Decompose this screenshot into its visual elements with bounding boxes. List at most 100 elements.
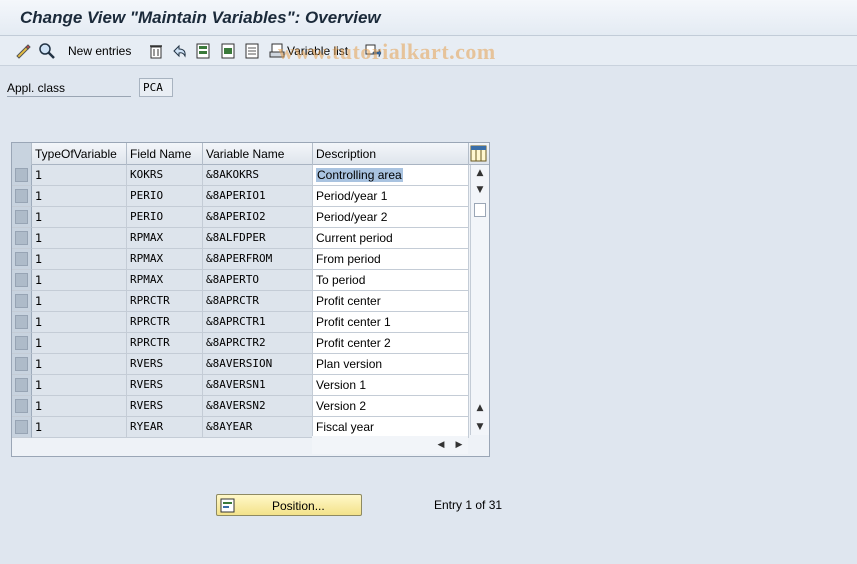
table-row[interactable]: 1 RVERS &8AVERSN1 Version 1 <box>12 375 469 396</box>
row-selector[interactable] <box>12 333 32 354</box>
cell-type-text: 1 <box>35 315 43 329</box>
scroll-down-icon[interactable]: ▼ <box>471 182 489 198</box>
cell-field-name: RVERS <box>127 354 203 375</box>
cell-description[interactable]: Controlling area <box>313 165 469 186</box>
column-header-type[interactable]: TypeOfVariable <box>32 143 127 165</box>
display-change-icon[interactable] <box>38 42 56 60</box>
select-all-icon[interactable] <box>194 42 212 60</box>
column-header-description[interactable]: Description <box>313 143 469 165</box>
scroll-page-down-icon[interactable]: ▼ <box>471 419 489 435</box>
table-row[interactable]: 1 RVERS &8AVERSION Plan version <box>12 354 469 375</box>
table-row[interactable]: 1 RPRCTR &8APRCTR Profit center <box>12 291 469 312</box>
cell-type-text: 1 <box>35 336 43 350</box>
table-row[interactable]: 1 KOKRS &8AKOKRS Controlling area <box>12 165 469 186</box>
row-selector[interactable] <box>12 396 32 417</box>
print-icon[interactable] <box>268 42 286 60</box>
cell-field-name: KOKRS <box>127 165 203 186</box>
table-row[interactable]: 1 PERIO &8APERIO1 Period/year 1 <box>12 186 469 207</box>
cell-description[interactable]: Profit center 1 <box>313 312 469 333</box>
row-selector[interactable] <box>12 207 32 228</box>
horizontal-scrollbar[interactable]: ◀ ▶ <box>312 436 468 454</box>
table-row[interactable]: 1 RPMAX &8APERTO To period <box>12 270 469 291</box>
table-row[interactable]: 1 RYEAR &8AYEAR Fiscal year <box>12 417 469 438</box>
row-selector[interactable] <box>12 417 32 438</box>
vertical-scrollbar[interactable]: ▲ ▼ ▲ ▼ <box>470 165 489 435</box>
row-selector-handle <box>15 399 28 413</box>
scroll-left-icon[interactable]: ◀ <box>432 437 450 453</box>
cell-variable-name-text: &8AYEAR <box>206 420 253 433</box>
deselect-all-icon[interactable] <box>243 42 261 60</box>
cell-description[interactable]: Period/year 2 <box>313 207 469 228</box>
table-row[interactable]: 1 RPMAX &8APERFROM From period <box>12 249 469 270</box>
cell-description[interactable]: Version 1 <box>313 375 469 396</box>
variable-list-button[interactable]: Variable list <box>287 44 348 58</box>
select-all-rows-cell[interactable] <box>12 143 32 165</box>
cell-description[interactable]: Plan version <box>313 354 469 375</box>
row-selector[interactable] <box>12 354 32 375</box>
cell-description-text: To period <box>316 273 366 287</box>
cell-type: 1 <box>32 165 127 186</box>
scroll-page-up-icon[interactable]: ▲ <box>471 400 489 416</box>
entry-counter: Entry 1 of 31 <box>434 498 503 512</box>
cell-description-text: Period/year 1 <box>316 189 388 203</box>
undo-icon[interactable] <box>170 42 188 60</box>
row-selector-handle <box>15 273 28 287</box>
cell-variable-name: &8APRCTR1 <box>203 312 313 333</box>
position-button[interactable]: Position... <box>216 494 362 516</box>
cell-type-text: 1 <box>35 357 43 371</box>
row-selector[interactable] <box>12 312 32 333</box>
cell-field-name: RVERS <box>127 396 203 417</box>
cell-type-text: 1 <box>35 210 43 224</box>
cell-type: 1 <box>32 417 127 438</box>
column-header-field-name[interactable]: Field Name <box>127 143 203 165</box>
row-selector-handle <box>15 210 28 224</box>
cell-description[interactable]: From period <box>313 249 469 270</box>
scroll-up-icon[interactable]: ▲ <box>471 165 489 181</box>
cell-field-name: RPRCTR <box>127 333 203 354</box>
pencil-glasses-icon[interactable] <box>14 42 32 60</box>
row-selector[interactable] <box>12 186 32 207</box>
transport-icon[interactable] <box>364 42 382 60</box>
cell-description[interactable]: Period/year 1 <box>313 186 469 207</box>
table-row[interactable]: 1 RVERS &8AVERSN2 Version 2 <box>12 396 469 417</box>
cell-description[interactable]: Profit center <box>313 291 469 312</box>
title-bar: Change View "Maintain Variables": Overvi… <box>0 0 857 36</box>
cell-variable-name: &8APRCTR2 <box>203 333 313 354</box>
cell-description[interactable]: Version 2 <box>313 396 469 417</box>
row-selector-handle <box>15 378 28 392</box>
cell-variable-name: &8AVERSION <box>203 354 313 375</box>
delete-icon[interactable] <box>147 42 165 60</box>
row-selector[interactable] <box>12 249 32 270</box>
cell-variable-name-text: &8APERIO1 <box>206 189 266 202</box>
column-header-variable-name[interactable]: Variable Name <box>203 143 313 165</box>
scroll-right-icon[interactable]: ▶ <box>450 437 468 453</box>
cell-description[interactable]: Fiscal year <box>313 417 469 438</box>
cell-variable-name-text: &8ALFDPER <box>206 231 266 244</box>
row-selector-handle <box>15 189 28 203</box>
cell-field-name: PERIO <box>127 186 203 207</box>
cell-variable-name: &8APERIO2 <box>203 207 313 228</box>
table-row[interactable]: 1 PERIO &8APERIO2 Period/year 2 <box>12 207 469 228</box>
row-selector[interactable] <box>12 291 32 312</box>
page-title: Change View "Maintain Variables": Overvi… <box>20 8 381 27</box>
application-toolbar: New entries Variable list <box>0 36 857 66</box>
new-entries-button[interactable]: New entries <box>68 44 131 58</box>
row-selector[interactable] <box>12 375 32 396</box>
cell-description[interactable]: Profit center 2 <box>313 333 469 354</box>
cell-description-text: Profit center 2 <box>316 336 391 350</box>
scroll-thumb[interactable] <box>474 203 486 217</box>
row-selector[interactable] <box>12 228 32 249</box>
cell-variable-name-text: &8AVERSION <box>206 357 273 370</box>
table-row[interactable]: 1 RPRCTR &8APRCTR1 Profit center 1 <box>12 312 469 333</box>
cell-description[interactable]: To period <box>313 270 469 291</box>
cell-description[interactable]: Current period <box>313 228 469 249</box>
row-selector[interactable] <box>12 165 32 186</box>
table-row[interactable]: 1 RPRCTR &8APRCTR2 Profit center 2 <box>12 333 469 354</box>
select-block-icon[interactable] <box>219 42 237 60</box>
table-row[interactable]: 1 RPMAX &8ALFDPER Current period <box>12 228 469 249</box>
table-settings-icon[interactable] <box>470 145 487 162</box>
row-selector[interactable] <box>12 270 32 291</box>
cell-field-name: PERIO <box>127 207 203 228</box>
row-selector-handle <box>15 336 28 350</box>
cell-type-text: 1 <box>35 294 43 308</box>
